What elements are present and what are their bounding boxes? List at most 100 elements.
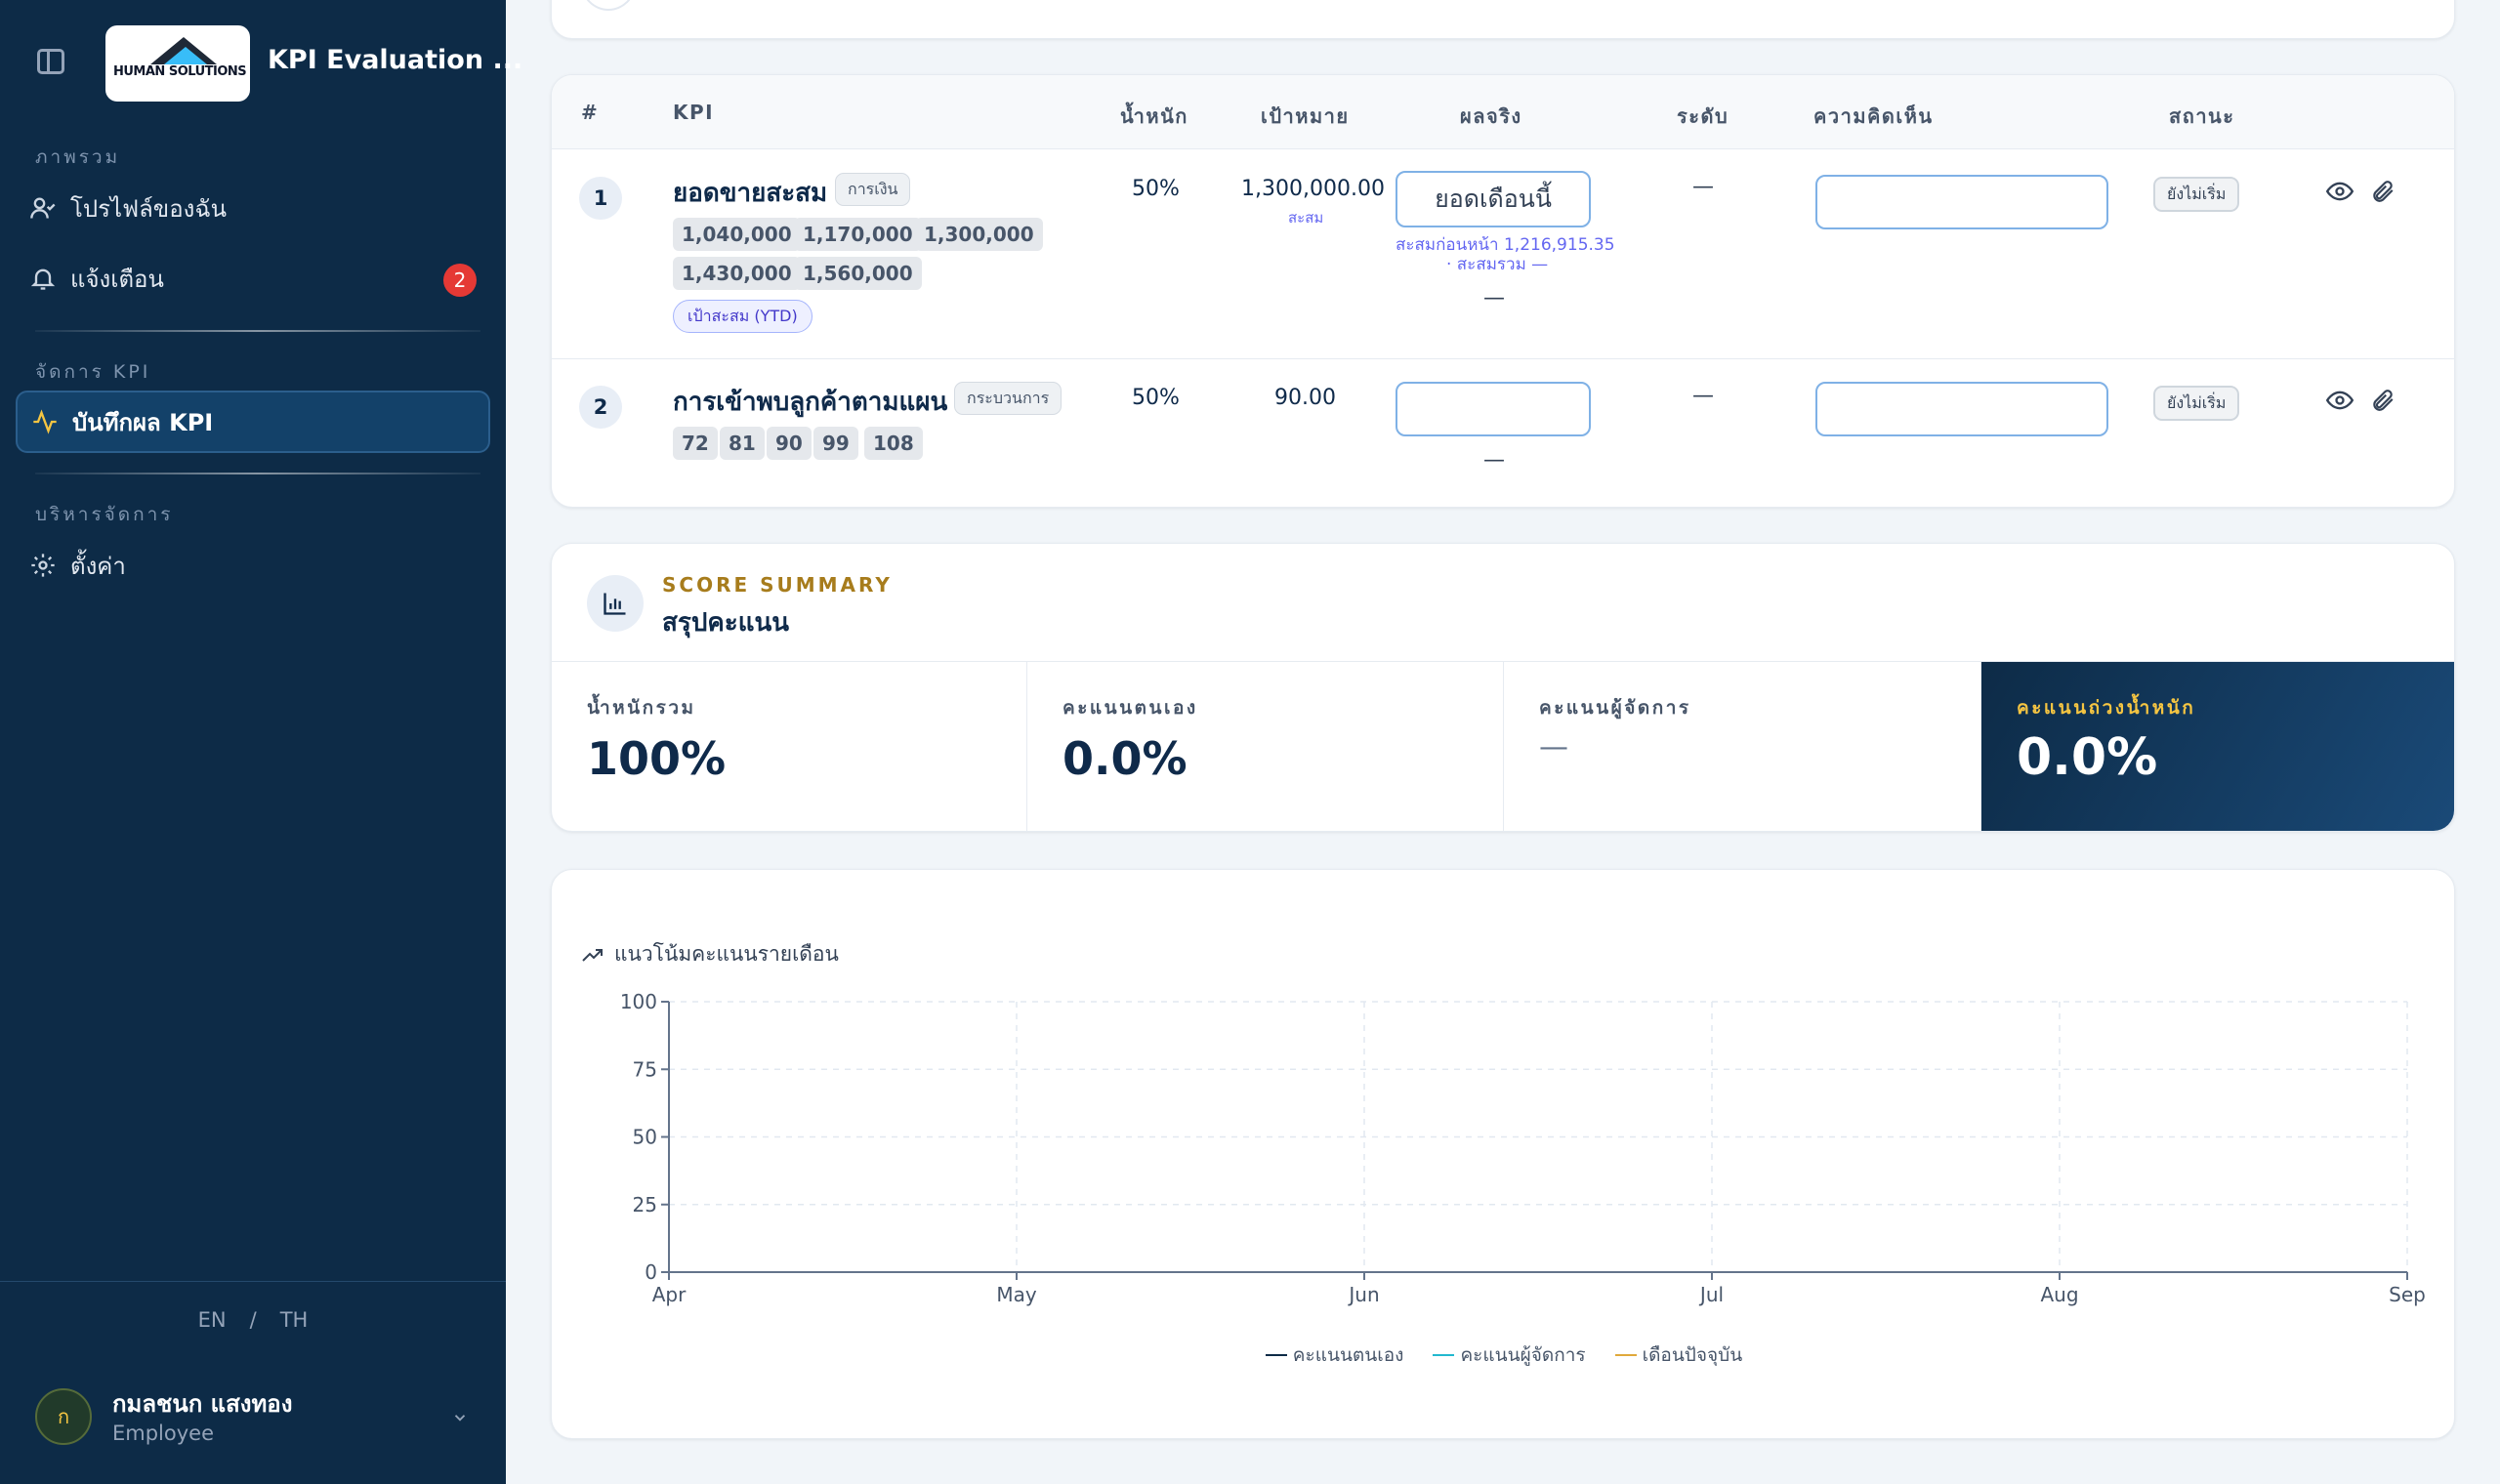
bell-icon (29, 265, 57, 292)
column-header-weight: น้ำหนัก (1120, 104, 1188, 128)
cumulative-total-note: · สะสมรวม — (1446, 255, 1549, 274)
line-chart: 0 25 50 75 100 Apr May Jun Jul Aug Sep (620, 990, 2426, 1306)
x-tick-label: Jun (1347, 1283, 1379, 1306)
divider (0, 1281, 506, 1282)
sidebar-item-label: โปรไฟล์ของฉัน (70, 194, 228, 223)
section-label-admin: บริหารจัดการ (35, 504, 174, 525)
legend-label: คะแนนผู้จัดการ (1460, 1344, 1586, 1366)
metric-label: คะแนนผู้จัดการ (1539, 697, 1691, 719)
sidebar-item-label: แจ้งเตือน (70, 265, 164, 293)
x-tick-label: May (996, 1283, 1037, 1306)
monthly-trend-card: แนวโน้มคะแนนรายเดือน 0 25 50 75 100 Apr May Jun… (551, 869, 2455, 1439)
summary-metrics: น้ำหนักรวม 100% คะแนนตนเอง 0.0% คะแนนผู้… (552, 661, 2454, 831)
divider (35, 473, 480, 474)
kpi-level: — (1692, 384, 1714, 408)
gear-icon (29, 552, 57, 579)
y-tick-label: 75 (633, 1057, 657, 1081)
avatar[interactable]: ก (35, 1388, 92, 1445)
kpi-category-tag: กระบวนการ (954, 382, 1062, 415)
x-tick-label: Aug (2040, 1283, 2078, 1306)
company-logo: HUMAN SOLUTIONS (105, 25, 250, 102)
y-tick-label: 25 (633, 1193, 657, 1216)
row-number: 1 (579, 177, 622, 220)
kpi-table: # KPI น้ำหนัก เป้าหมาย ผลจริง ระดับ ความ… (551, 74, 2455, 508)
legend-swatch (1614, 1354, 1637, 1356)
threshold-chip: 1,040,000 (673, 218, 801, 251)
sidebar-item-notifications[interactable]: แจ้งเตือน 2 (16, 248, 490, 309)
sidebar-toggle-icon[interactable] (37, 49, 64, 74)
threshold-chip: 1,170,000 (794, 218, 922, 251)
metric-value: 100% (587, 732, 727, 785)
actual-input[interactable]: ยอดเดือนนี้ (1396, 171, 1591, 227)
y-tick-label: 0 (645, 1260, 657, 1284)
metric-value: 0.0% (2017, 728, 2158, 787)
kpi-name: ยอดขายสะสม (673, 179, 828, 208)
user-role: Employee (112, 1422, 215, 1445)
section-label-overview: ภาพรวม (35, 146, 121, 168)
eye-icon[interactable] (2325, 386, 2354, 415)
section-label-manage-kpi: จัดการ KPI (35, 361, 151, 383)
kpi-target: 1,300,000.00 (1241, 177, 1385, 201)
notification-count-badge: 2 (443, 264, 477, 297)
lang-en-link[interactable]: EN (198, 1308, 227, 1332)
metric-total-weight: น้ำหนักรวม 100% (552, 662, 1027, 831)
threshold-chip: 1,430,000 (673, 257, 801, 290)
user-name: กมลชนก แสงทอง (112, 1390, 293, 1418)
kpi-weight: 50% (1132, 177, 1180, 201)
actual-input[interactable] (1396, 382, 1591, 436)
status-badge: ยังไม่เริ่ม (2153, 177, 2240, 212)
legend-label: เดือนปัจจุบัน (1642, 1344, 1743, 1366)
user-icon (29, 194, 57, 222)
status-badge: ยังไม่เริ่ม (2153, 386, 2240, 421)
kpi-name: การเข้าพบลูกค้าตามแผน (673, 388, 948, 417)
legend-swatch (1265, 1354, 1287, 1356)
lang-th-link[interactable]: TH (280, 1308, 309, 1332)
sidebar-item-profile[interactable]: โปรไฟล์ของฉัน (16, 178, 490, 238)
column-header-actual: ผลจริง (1460, 104, 1522, 128)
y-tick-label: 50 (633, 1126, 657, 1149)
column-header-status: สถานะ (2169, 104, 2235, 128)
threshold-chip: 1,300,000 (915, 218, 1043, 251)
y-tick-label: 100 (620, 990, 657, 1013)
chart-legend: คะแนนตนเอง คะแนนผู้จัดการ เดือนปัจจุบัน (552, 1340, 2456, 1370)
metric-value: 0.0% (1062, 732, 1188, 785)
paperclip-icon[interactable] (2368, 177, 2397, 206)
threshold-chip: 99 (813, 427, 858, 460)
sidebar-item-record-kpi[interactable]: บันทึกผล KPI (16, 391, 490, 453)
header-card (551, 0, 2455, 39)
kpi-category-tag: การเงิน (835, 173, 911, 206)
legend-item: คะแนนตนเอง (1265, 1340, 1404, 1370)
column-header-kpi: KPI (673, 101, 715, 124)
comment-input[interactable] (1815, 175, 2108, 229)
chevron-down-icon[interactable] (451, 1408, 469, 1431)
summary-eyebrow: SCORE SUMMARY (662, 573, 893, 597)
metric-manager-score: คะแนนผู้จัดการ — (1504, 662, 1981, 831)
column-header-num: # (581, 101, 600, 124)
legend-item: คะแนนผู้จัดการ (1433, 1340, 1586, 1370)
comment-input[interactable] (1815, 382, 2108, 436)
metric-value: — (1539, 730, 1568, 764)
activity-icon (31, 408, 59, 435)
metric-weighted-score: คะแนนถ่วงน้ำหนัก 0.0% (1981, 662, 2454, 831)
sidebar-item-label: บันทึกผล KPI (72, 408, 214, 436)
eye-icon[interactable] (2325, 177, 2354, 206)
x-tick-label: Apr (652, 1283, 687, 1306)
score-summary-card: SCORE SUMMARY สรุปคะแนน น้ำหนักรวม 100% … (551, 543, 2455, 832)
target-sub-label: สะสม (1288, 209, 1324, 227)
paperclip-icon[interactable] (2368, 386, 2397, 415)
x-tick-label: Jul (1698, 1283, 1724, 1306)
bar-chart-icon (587, 575, 644, 632)
header-icon (581, 0, 636, 11)
sidebar: HUMAN SOLUTIONS KPI Evaluation ... ภาพรว… (0, 0, 522, 1484)
metric-self-score: คะแนนตนเอง 0.0% (1027, 662, 1504, 831)
language-switcher: EN / TH (0, 1308, 506, 1332)
sidebar-item-settings[interactable]: ตั้งค่า (16, 535, 490, 596)
threshold-chip: 81 (720, 427, 765, 460)
column-header-target: เป้าหมาย (1261, 104, 1350, 128)
metric-label: น้ำหนักรวม (587, 697, 696, 719)
divider (35, 330, 480, 332)
threshold-chip: 108 (864, 427, 923, 460)
metric-label: คะแนนถ่วงน้ำหนัก (2017, 697, 2196, 719)
actual-result: — (1483, 286, 1505, 310)
legend-label: คะแนนตนเอง (1292, 1344, 1404, 1366)
